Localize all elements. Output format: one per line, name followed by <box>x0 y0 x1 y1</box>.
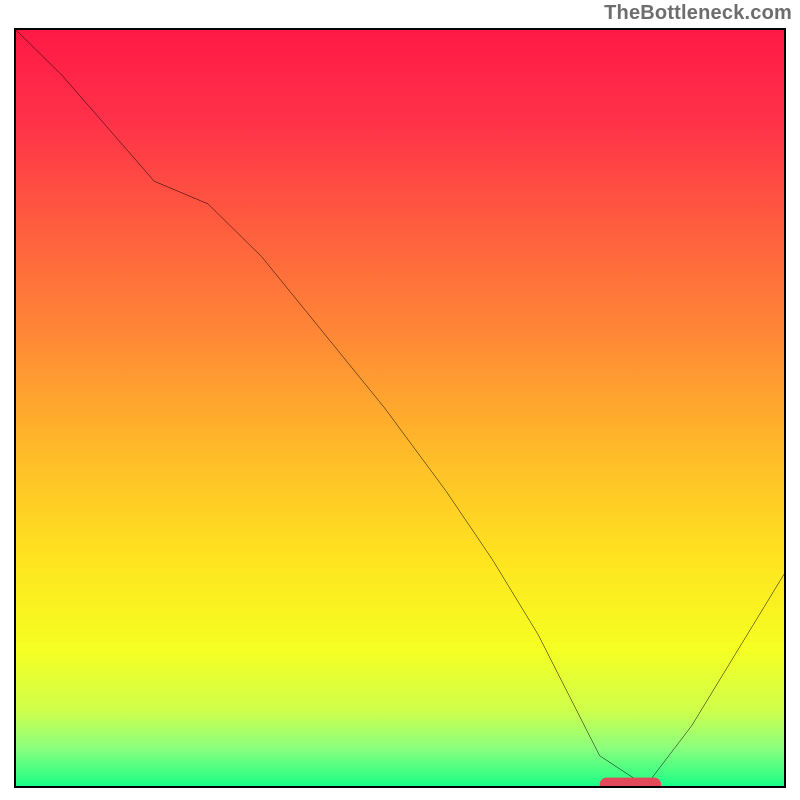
plot-area <box>16 30 784 786</box>
plot-frame <box>14 28 786 788</box>
watermark-text: TheBottleneck.com <box>604 2 792 25</box>
chart-container: TheBottleneck.com <box>0 0 800 800</box>
heat-gradient-background <box>16 30 784 786</box>
